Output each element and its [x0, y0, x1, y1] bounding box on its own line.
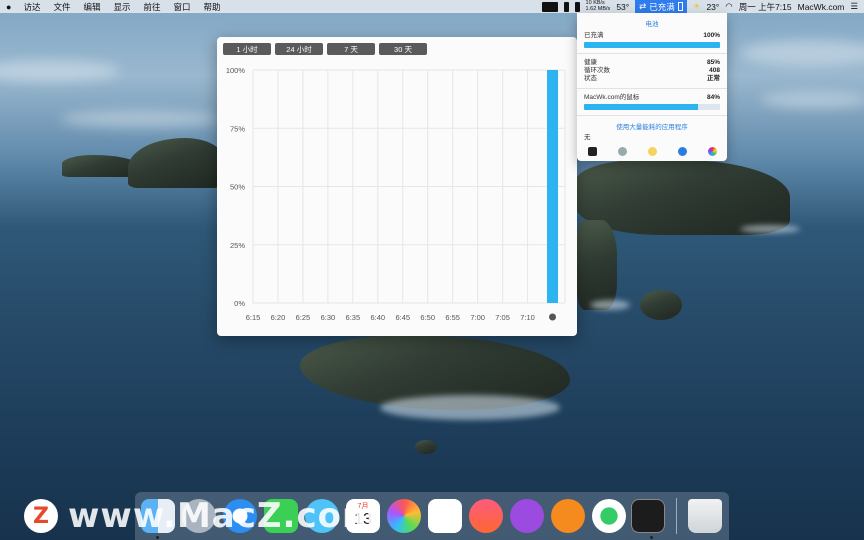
battery-panel-title: 电池 [645, 21, 659, 28]
running-indicator [650, 536, 653, 539]
watermark: Z www.MacZ.com [24, 496, 378, 536]
find-my-icon[interactable] [592, 499, 626, 533]
mouse-value: 84% [706, 94, 720, 101]
mouse-row: MacWk.com的鼠标 84% [577, 94, 727, 102]
color-wheel-icon[interactable] [707, 146, 717, 156]
x-tick-label: 7:00 [470, 313, 485, 322]
tab-7-days[interactable]: 7 天 [327, 43, 375, 55]
health-row: 健康 85% [577, 59, 727, 67]
disk-icon[interactable] [574, 1, 580, 12]
podcasts-icon[interactable] [510, 499, 544, 533]
charged-label: 已充满 [584, 32, 604, 39]
battery-icon [677, 2, 683, 11]
cpu-graph-icon[interactable] [541, 1, 558, 12]
menu-view[interactable]: 显示 [113, 1, 130, 13]
menu-go[interactable]: 前往 [144, 1, 161, 13]
running-indicator [156, 536, 159, 539]
trash-icon[interactable] [688, 499, 722, 533]
x-tick-label: 6:15 [246, 313, 261, 322]
robot-icon[interactable] [617, 146, 627, 156]
y-tick-label: 50% [230, 183, 245, 192]
cycles-row: 循环次数 408 [577, 67, 727, 75]
x-tick-label: 6:50 [420, 313, 435, 322]
reminders-icon[interactable] [428, 499, 462, 533]
wifi-icon[interactable]: ◠ [725, 1, 732, 12]
divider [577, 53, 727, 54]
battery-plug-icon: ⇄ [639, 1, 647, 11]
weather-temp[interactable]: 23° [706, 2, 719, 12]
mouse-label: MacWk.com的鼠标 [584, 94, 640, 101]
menu-bar: ● 访达 文件 编辑 显示 前往 窗口 帮助 10 KB/s 1.62 MB/s… [0, 0, 864, 13]
battery-bar [547, 70, 559, 303]
bulb-icon[interactable] [647, 146, 657, 156]
x-tick-label: 7:05 [495, 313, 510, 322]
network-speed[interactable]: 10 KB/s 1.62 MB/s [585, 0, 611, 12]
watermark-text: www.MacZ.com [68, 496, 379, 536]
menu-file[interactable]: 文件 [53, 1, 70, 13]
x-tick-label: 6:20 [271, 313, 286, 322]
net-down: 1.62 MB/s [585, 5, 611, 12]
terminal-icon[interactable] [631, 499, 665, 533]
mouse-battery-bar [584, 104, 720, 110]
menu-help[interactable]: 帮助 [204, 1, 221, 13]
charge-progress-bar [584, 42, 720, 48]
energy-apps-link[interactable]: 使用大量能耗的应用程序 [577, 121, 727, 131]
clock-icon [549, 313, 557, 321]
status-value: 正常 [707, 75, 720, 82]
notification-center-icon[interactable]: ☰ [850, 1, 858, 12]
health-value: 85% [706, 59, 720, 66]
clock[interactable]: 周一 上午7:15 [739, 1, 792, 13]
mouse-battery-fill [584, 104, 699, 110]
dock-separator [676, 498, 677, 534]
battery-level-chart: 100% 75% 50% 25% 0%6:15 6:20 6:25 6:30 6:35 6:40 6… [226, 66, 566, 322]
menu-edit[interactable]: 编辑 [83, 1, 100, 13]
health-label: 健康 [584, 59, 597, 66]
cycles-label: 循环次数 [584, 67, 610, 74]
watermark-logo: Z [24, 499, 58, 533]
energy-apps-row: 无 [577, 134, 727, 142]
menu-finder[interactable]: 访达 [23, 1, 40, 13]
tab-24-hours[interactable]: 24 小时 [275, 43, 323, 55]
x-tick-label: 6:45 [395, 313, 410, 322]
y-tick-label: 0% [234, 299, 245, 308]
energy-apps-value: 无 [584, 134, 591, 141]
weather-sun-icon[interactable]: ☀ [693, 1, 701, 12]
battery-panel-toolbar [577, 145, 727, 157]
status-label: 状态 [584, 75, 597, 82]
battery-history-window: 100% 75% 50% 25% 0% 6:15 6:20 6:25 6:30 6:35 6:40 6… [217, 37, 577, 336]
charged-value: 100% [703, 32, 720, 39]
divider [577, 88, 727, 89]
x-tick-label: 6:35 [346, 313, 361, 322]
terminal-icon[interactable] [587, 146, 597, 156]
memory-icon[interactable] [563, 1, 569, 12]
battery-status-menu[interactable]: ⇄ 已充满 [635, 0, 687, 13]
status-row: 状态 正常 [577, 75, 727, 83]
y-tick-label: 75% [230, 124, 245, 133]
photos-icon[interactable] [387, 499, 421, 533]
y-tick-label: 100% [226, 66, 246, 75]
apple-menu-icon[interactable]: ● [6, 2, 11, 12]
x-tick-label: 6:30 [321, 313, 336, 322]
charge-progress-fill [584, 42, 720, 48]
music-icon[interactable] [469, 499, 503, 533]
x-tick-label: 6:55 [445, 313, 460, 322]
y-tick-label: 25% [230, 241, 245, 250]
battery-dropdown-panel: 电池 已充满 100% 健康 85% 循环次数 408 状态 正常 MacWk.… [577, 13, 727, 161]
divider [577, 115, 727, 116]
time-range-tabs: 1 小时 24 小时 7 天 30 天 [223, 43, 427, 55]
x-tick-label: 7:10 [520, 313, 535, 322]
books-icon[interactable] [551, 499, 585, 533]
site-label[interactable]: MacWk.com [798, 2, 845, 12]
x-tick-label: 6:40 [370, 313, 385, 322]
cycles-value: 408 [709, 67, 720, 74]
sensor-temp[interactable]: 53° [616, 2, 629, 12]
menu-window[interactable]: 窗口 [174, 1, 191, 13]
bluetooth-icon[interactable] [677, 146, 687, 156]
tab-30-days[interactable]: 30 天 [379, 43, 427, 55]
tab-1-hour[interactable]: 1 小时 [223, 43, 271, 55]
battery-status-label: 已充满 [649, 1, 675, 12]
charged-row: 已充满 100% [577, 32, 727, 40]
x-tick-label: 6:25 [296, 313, 311, 322]
